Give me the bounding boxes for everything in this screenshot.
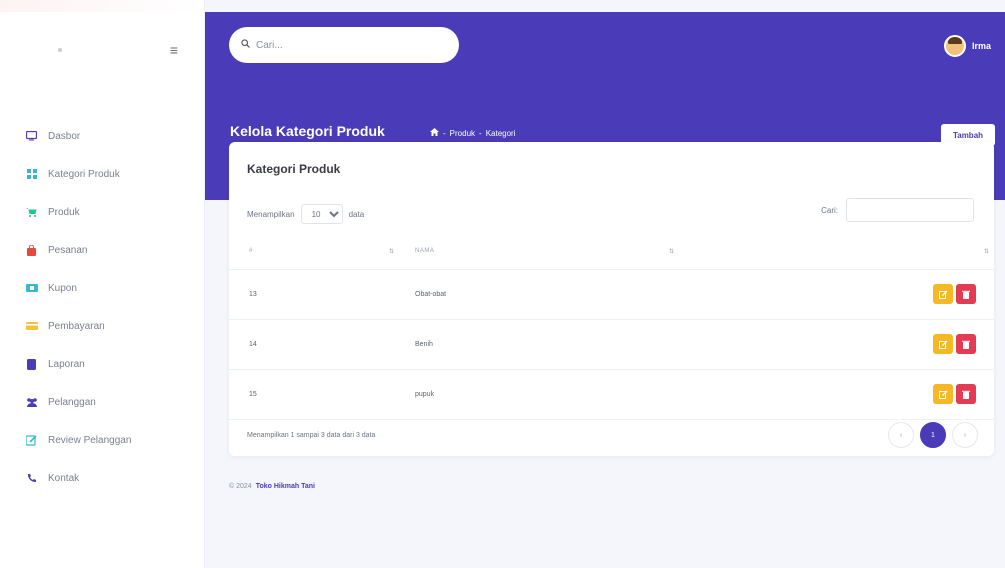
user-menu[interactable]: Irma xyxy=(943,35,991,57)
sidebar-item-label: Dasbor xyxy=(48,130,81,142)
trash-icon xyxy=(962,390,970,399)
delete-button[interactable] xyxy=(956,284,976,304)
trash-icon xyxy=(962,340,970,349)
pencil-icon xyxy=(938,290,947,299)
length-prefix: Menampilkan xyxy=(247,209,295,219)
cart-icon xyxy=(25,206,38,219)
cell-id: 13 xyxy=(249,291,257,298)
sidebar-item-pelanggan[interactable]: Pelanggan xyxy=(0,383,204,421)
cell-name: pupuk xyxy=(415,391,435,398)
breadcrumb-item-produk[interactable]: Produk xyxy=(450,129,475,138)
sidebar-item-label: Produk xyxy=(48,206,80,218)
sidebar-item-label: Pesanan xyxy=(48,244,88,256)
search-icon xyxy=(241,39,250,51)
sidebar-item-label: Kontak xyxy=(48,472,80,484)
sort-icon[interactable]: ⇅ xyxy=(984,248,990,255)
pencil-icon xyxy=(938,340,947,349)
sidebar-item-kategori-produk[interactable]: Kategori Produk xyxy=(0,155,204,193)
sidebar-top-strip xyxy=(0,0,204,12)
table-filter: Cari: xyxy=(821,198,974,222)
breadcrumb: - Produk - Kategori xyxy=(430,128,516,138)
sidebar-item-review-pelanggan[interactable]: Review Pelanggan xyxy=(0,421,204,459)
page-title: Kelola Kategori Produk xyxy=(230,123,385,139)
sidebar-item-label: Kategori Produk xyxy=(48,168,120,180)
edit-button[interactable] xyxy=(933,384,953,404)
cell-name: Obat-obat xyxy=(415,291,447,298)
length-control: Menampilkan 10 data xyxy=(247,204,364,224)
cell-name: Benih xyxy=(415,341,433,348)
search-placeholder: Cari... xyxy=(256,39,283,51)
breadcrumb-separator: - xyxy=(443,128,446,138)
monitor-icon xyxy=(25,130,38,143)
card-title: Kategori Produk xyxy=(247,162,341,176)
edit-icon xyxy=(25,434,38,447)
search-bar[interactable]: Cari... xyxy=(229,27,459,63)
sidebar-item-dasbor[interactable]: Dasbor xyxy=(0,117,204,155)
sort-icon[interactable]: ⇅ xyxy=(669,248,675,255)
pagination-prev[interactable]: ‹ xyxy=(888,422,914,448)
user-name: Irma xyxy=(971,41,991,51)
footer-brand[interactable]: Toko Hikmah Tani xyxy=(256,483,315,490)
sidebar-item-label: Pelanggan xyxy=(48,396,96,408)
edit-button[interactable] xyxy=(933,334,953,354)
table-header: # ⇅ NAMA ⇅ ⇅ xyxy=(229,234,994,270)
table-row: 14 Benih xyxy=(229,320,994,370)
sidebar-item-kontak[interactable]: Kontak xyxy=(0,459,204,497)
column-header-name[interactable]: NAMA xyxy=(415,248,434,254)
length-select[interactable]: 10 xyxy=(300,204,343,224)
trash-icon xyxy=(962,290,970,299)
breadcrumb-separator: - xyxy=(479,128,482,138)
pagination: ‹ 1 › xyxy=(888,422,978,448)
sidebar-brand: ≡ xyxy=(0,12,204,87)
sidebar-item-kupon[interactable]: Kupon xyxy=(0,269,204,307)
sidebar-item-label: Kupon xyxy=(48,282,77,294)
grid-icon xyxy=(25,168,38,181)
sidebar-item-label: Pembayaran xyxy=(48,320,105,332)
delete-button[interactable] xyxy=(956,384,976,404)
table-row: 13 Obat-obat xyxy=(229,270,994,320)
sort-icon[interactable]: ⇅ xyxy=(389,248,395,255)
sidebar-toggle-icon[interactable]: ≡ xyxy=(170,42,178,58)
sidebar-item-pesanan[interactable]: Pesanan xyxy=(0,231,204,269)
row-actions xyxy=(933,384,976,404)
filter-label: Cari: xyxy=(821,205,838,215)
table-row: 15 pupuk xyxy=(229,370,994,420)
card-icon xyxy=(25,320,38,333)
table-info: Menampilkan 1 sampai 3 data dari 3 data xyxy=(247,432,376,439)
length-suffix: data xyxy=(348,209,365,219)
pagination-next[interactable]: › xyxy=(952,422,978,448)
logo xyxy=(58,47,62,52)
avatar xyxy=(943,35,966,57)
sidebar-menu: Dasbor Kategori Produk Produk Pesanan Ku… xyxy=(0,87,204,497)
breadcrumb-item-kategori: Kategori xyxy=(485,128,516,138)
category-card: Kategori Produk Menampilkan 10 data Cari… xyxy=(229,142,994,456)
edit-button[interactable] xyxy=(933,284,953,304)
cell-id: 14 xyxy=(249,341,257,348)
cell-id: 15 xyxy=(249,391,257,398)
delete-button[interactable] xyxy=(956,334,976,354)
sidebar-item-pembayaran[interactable]: Pembayaran xyxy=(0,307,204,345)
table-search-input[interactable] xyxy=(846,198,974,222)
sidebar-item-label: Laporan xyxy=(48,358,85,370)
footer: © 2024 Toko Hikmah Tani xyxy=(229,483,315,490)
row-actions xyxy=(933,284,976,304)
sidebar: ≡ Dasbor Kategori Produk Produk Pesanan xyxy=(0,0,205,568)
users-icon xyxy=(25,396,38,409)
pagination-page[interactable]: 1 xyxy=(920,422,946,448)
pencil-icon xyxy=(938,390,947,399)
book-icon xyxy=(25,358,38,371)
bag-icon xyxy=(25,244,38,257)
ticket-icon xyxy=(25,282,38,295)
column-header-number[interactable]: # xyxy=(249,248,253,254)
home-icon[interactable] xyxy=(430,128,439,138)
sidebar-item-laporan[interactable]: Laporan xyxy=(0,345,204,383)
phone-icon xyxy=(25,472,38,485)
row-actions xyxy=(933,334,976,354)
sidebar-item-produk[interactable]: Produk xyxy=(0,193,204,231)
footer-copyright: © 2024 xyxy=(229,483,252,490)
sidebar-item-label: Review Pelanggan xyxy=(48,434,132,446)
